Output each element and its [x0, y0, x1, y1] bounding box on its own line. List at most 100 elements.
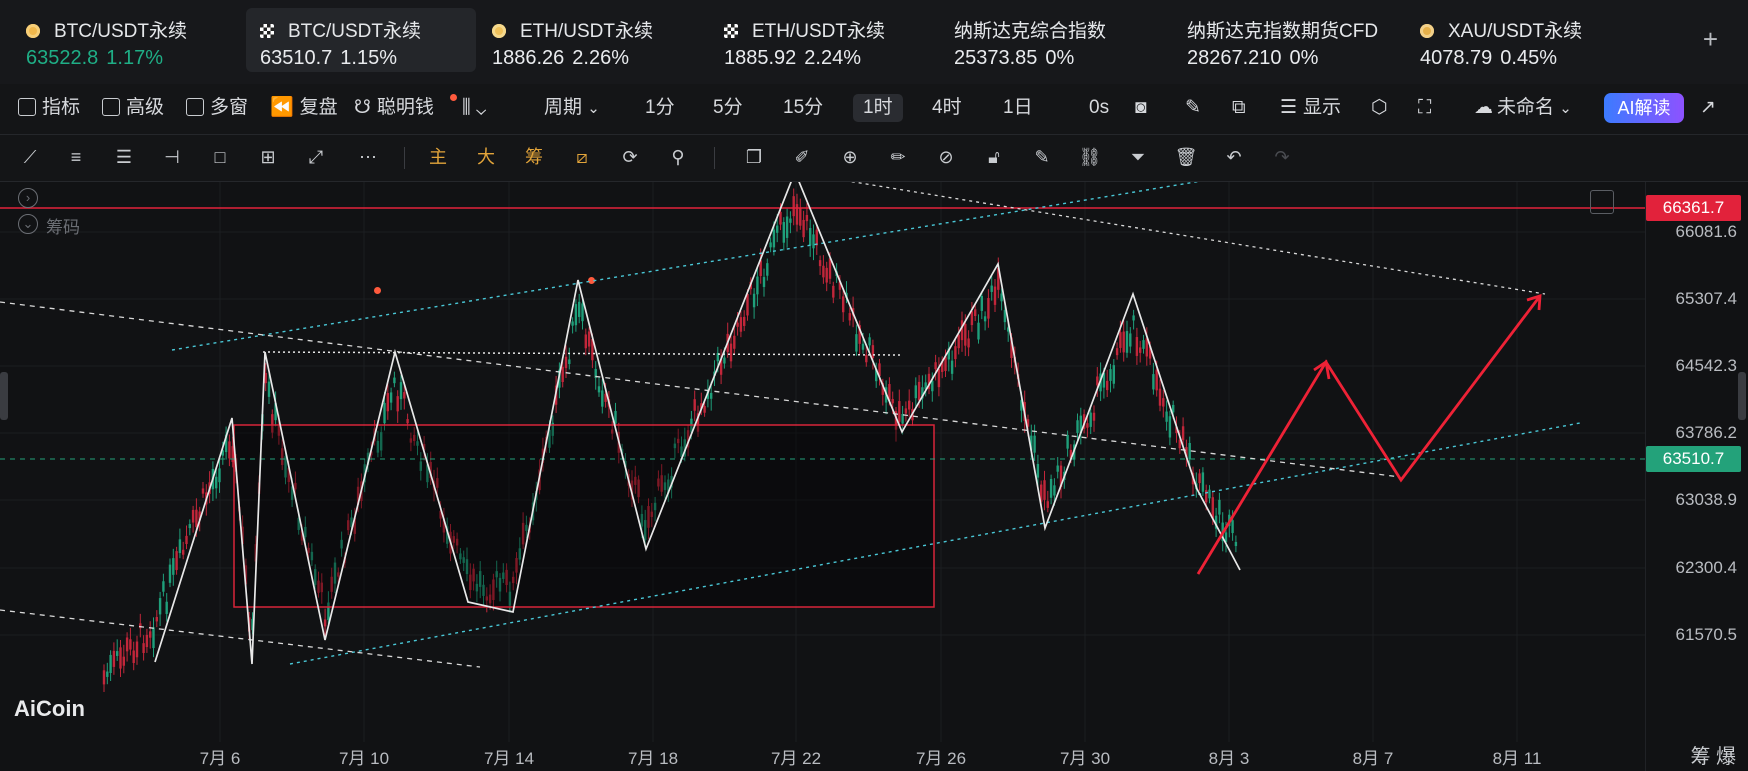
share-icon[interactable]: ↗	[1700, 94, 1716, 122]
ticker-nasdaq-futures[interactable]: 纳斯达克指数期货CFD 28267.210 0%	[1173, 8, 1403, 72]
candle-body	[584, 334, 587, 349]
chevron-down-icon: ⌄	[1559, 100, 1572, 117]
magnet-icon[interactable]: ⚲	[666, 145, 690, 169]
candle-body	[1132, 315, 1135, 321]
ticker-price: 1885.92	[724, 47, 797, 69]
ai-interpret-button[interactable]: AI解读	[1604, 93, 1684, 123]
hide-drawings-icon[interactable]: ⊘	[934, 145, 958, 169]
replay-label: 复盘	[299, 97, 338, 118]
price-chart[interactable]: › ⌄ 筹码 AiCoin 66361.7 66081.6 65307.4 64…	[0, 182, 1748, 771]
cloud-icon: ☁	[1474, 97, 1493, 118]
ruler-icon[interactable]: ⊞	[256, 145, 280, 169]
trash-icon[interactable]: 🗑︎	[1174, 145, 1198, 169]
right-panel-handle[interactable]	[1738, 372, 1746, 420]
interval-15m[interactable]: 15分	[783, 94, 823, 122]
ticker-name: BTC/USDT永续	[288, 21, 422, 42]
candle-body	[987, 298, 990, 319]
arrow-line-icon[interactable]: ⤢	[304, 145, 328, 169]
divider	[404, 147, 405, 169]
fullscreen-icon[interactable]: ⛶	[1418, 94, 1431, 122]
ticker-btc-perp-1[interactable]: BTC/USDT永续 63522.8 1.17%	[12, 8, 242, 72]
chart-pattern-icon[interactable]: ⧄	[570, 145, 594, 169]
settings-icon[interactable]: ⬡	[1371, 94, 1388, 122]
chips-button[interactable]: 筹	[522, 145, 546, 169]
left-panel-handle[interactable]	[0, 372, 8, 420]
candle-body	[772, 229, 776, 248]
undo-icon[interactable]: ↶	[1222, 145, 1246, 169]
candle-body	[815, 229, 818, 246]
briefcase-icon	[102, 98, 120, 116]
edit-list-icon[interactable]: ✎	[1030, 145, 1054, 169]
interval-1h[interactable]: 1时	[853, 94, 903, 122]
more-indicators-button[interactable]: ⫼ ⌄	[462, 94, 486, 122]
ticker-price: 63510.7	[260, 47, 333, 69]
ticker-price: 63522.8	[26, 47, 99, 69]
smart-money-button[interactable]: ☋ 聪明钱	[354, 94, 434, 122]
ticker-btc-perp-2[interactable]: BTC/USDT永续 63510.7 1.15%	[246, 8, 476, 72]
candle-body	[1188, 442, 1191, 460]
candle-body	[135, 641, 139, 658]
interval-1d[interactable]: 1日	[1003, 94, 1033, 122]
ticker-xau-perp[interactable]: XAU/USDT永续 4078.79 0.45%	[1406, 8, 1636, 72]
camera-icon[interactable]: ◙	[1135, 94, 1146, 122]
candle-body	[769, 242, 772, 248]
main-chart-button[interactable]: 主	[426, 145, 450, 169]
collapse-icon[interactable]: ⌄	[18, 214, 38, 234]
trend-line-icon[interactable]: ⟋	[18, 145, 42, 169]
copy-icon[interactable]: ❐	[742, 145, 766, 169]
sync-icon[interactable]: ⟳	[618, 145, 642, 169]
ticker-eth-perp-2[interactable]: ETH/USDT永续 1885.92 2.24%	[710, 8, 930, 72]
compare-icon[interactable]	[1590, 190, 1614, 214]
zoom-icon[interactable]: ⊕	[838, 145, 862, 169]
brush-icon[interactable]: ✏	[886, 145, 910, 169]
multi-window-button[interactable]: 多窗	[186, 94, 248, 122]
layout-name-dropdown[interactable]: ☁ 未命名 ⌄	[1474, 94, 1572, 123]
advanced-button[interactable]: 高级	[102, 94, 164, 122]
candle-body	[960, 320, 964, 341]
candle-body	[954, 346, 957, 360]
replay-button[interactable]: ⏪ 复盘	[270, 94, 338, 122]
candle-body	[1168, 416, 1172, 438]
interval-5m[interactable]: 5分	[713, 94, 743, 122]
expand-icon[interactable]: ›	[18, 188, 38, 208]
candle-body	[571, 321, 574, 326]
price-axis[interactable]: 66361.7 66081.6 65307.4 64542.3 63786.2 …	[1645, 182, 1748, 771]
interval-4h[interactable]: 4时	[932, 94, 962, 122]
indicator-button[interactable]: 指标	[18, 94, 80, 122]
candle-body	[904, 408, 908, 414]
display-button[interactable]: ☰ 显示	[1280, 94, 1341, 122]
countdown-label: 0s	[1089, 97, 1110, 118]
candle-body	[1218, 499, 1221, 515]
redo-icon[interactable]: ↷	[1270, 145, 1294, 169]
candle-body	[871, 345, 875, 359]
ticker-nasdaq-composite[interactable]: 纳斯达克综合指数 25373.85 0%	[940, 8, 1170, 72]
candle-body	[601, 390, 604, 407]
candle-body	[746, 293, 749, 316]
candle-body	[898, 401, 901, 422]
rectangle-icon[interactable]: □	[208, 145, 232, 169]
measure-icon[interactable]: ✐	[790, 145, 814, 169]
candle-body	[993, 286, 997, 305]
candle-body	[109, 654, 112, 674]
share-box-icon[interactable]: ⧉	[1232, 94, 1246, 122]
link-icon[interactable]: ⛓	[1078, 145, 1102, 169]
lock-icon[interactable]: 🔓︎	[982, 145, 1006, 169]
candle-body	[799, 208, 802, 226]
ticker-name: ETH/USDT永续	[752, 21, 886, 42]
period-dropdown[interactable]: 周期 ⌄	[544, 94, 600, 123]
candle-body	[703, 406, 706, 413]
candle-body	[964, 323, 967, 346]
ticker-eth-perp-1[interactable]: ETH/USDT永续 1886.26 2.26%	[478, 8, 698, 72]
parallel-lines-icon[interactable]: ☰	[112, 145, 136, 169]
horizontal-lines-icon[interactable]: ≡	[64, 145, 88, 169]
pencil-icon[interactable]: ✎	[1185, 94, 1201, 122]
candle-body	[1106, 380, 1109, 391]
candle-body	[1205, 490, 1208, 503]
rewind-icon: ⏪	[270, 97, 294, 118]
interval-1m[interactable]: 1分	[645, 94, 675, 122]
filter-icon[interactable]: ⏷	[1126, 145, 1150, 169]
horizontal-ray-icon[interactable]: ⊣	[160, 145, 184, 169]
add-ticker-button[interactable]: +	[1703, 24, 1718, 55]
more-tools-icon[interactable]: ⋯	[356, 145, 380, 169]
big-order-button[interactable]: 大	[474, 145, 498, 169]
